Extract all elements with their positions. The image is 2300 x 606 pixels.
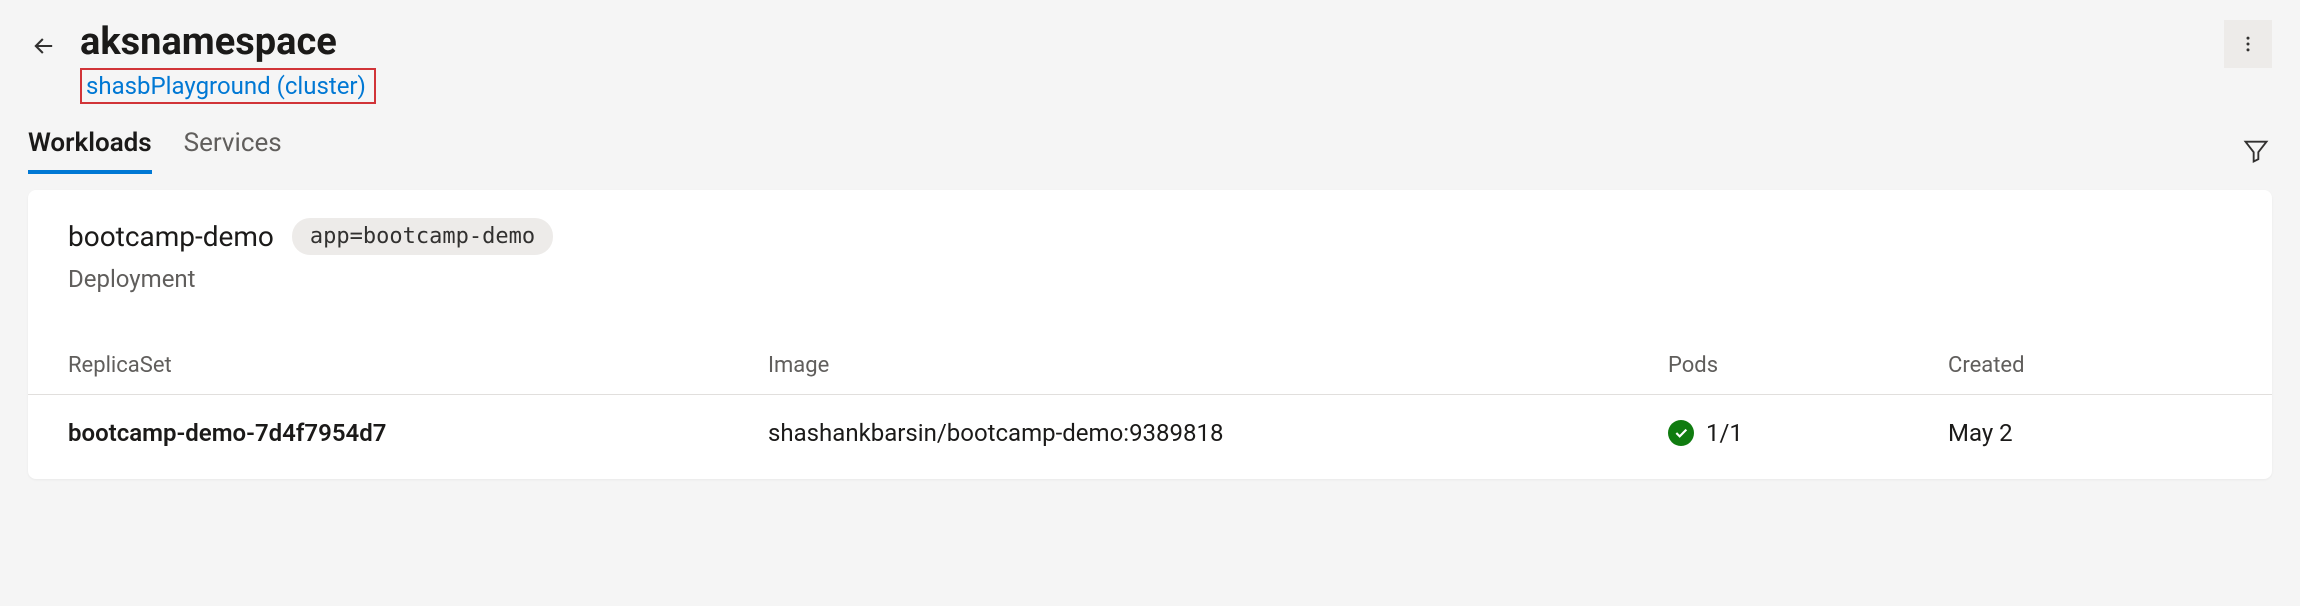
workload-card: bootcamp-demo app=bootcamp-demo Deployme…	[28, 190, 2272, 479]
tab-services[interactable]: Services	[184, 128, 282, 174]
cell-created: May 2	[1948, 419, 2232, 447]
tabs: Workloads Services	[28, 128, 282, 174]
page-title: aksnamespace	[80, 20, 376, 66]
cluster-link[interactable]: shasbPlayground (cluster)	[80, 68, 376, 104]
table-row[interactable]: bootcamp-demo-7d4f7954d7 shashankbarsin/…	[68, 395, 2232, 447]
col-header-pods: Pods	[1668, 353, 1948, 378]
more-vertical-icon	[2238, 34, 2258, 54]
more-actions-button[interactable]	[2224, 20, 2272, 68]
back-button[interactable]	[28, 30, 60, 62]
arrow-left-icon	[30, 32, 58, 60]
workload-name: bootcamp-demo	[68, 220, 274, 253]
label-badge: app=bootcamp-demo	[292, 218, 553, 255]
filter-icon	[2242, 137, 2270, 165]
status-ok-icon	[1668, 420, 1694, 446]
tab-workloads[interactable]: Workloads	[28, 128, 152, 174]
col-header-created: Created	[1948, 353, 2232, 378]
cell-replicaset: bootcamp-demo-7d4f7954d7	[68, 419, 768, 447]
col-header-replicaset: ReplicaSet	[68, 353, 768, 378]
filter-button[interactable]	[2240, 135, 2272, 167]
table-header: ReplicaSet Image Pods Created	[68, 353, 2232, 394]
cell-image: shashankbarsin/bootcamp-demo:9389818	[768, 419, 1668, 447]
cell-pods: 1/1	[1706, 419, 1743, 447]
col-header-image: Image	[768, 353, 1668, 378]
workload-kind: Deployment	[68, 265, 2232, 293]
